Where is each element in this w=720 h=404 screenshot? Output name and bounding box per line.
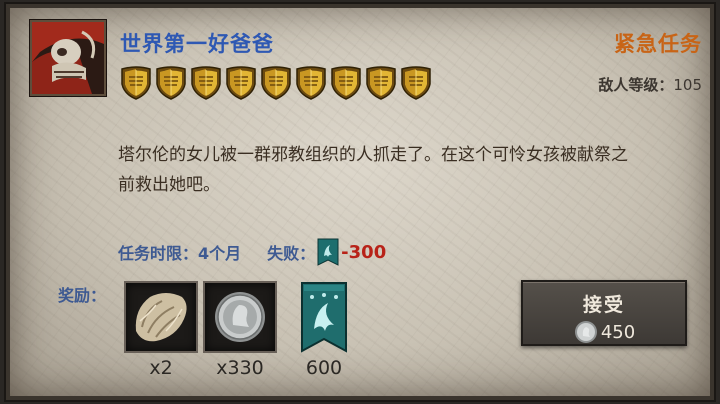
difficulty-shield-icon	[156, 66, 186, 100]
urgent-quest-label: 紧急任务	[614, 32, 702, 56]
accept-quest-button[interactable]: 接受 450	[521, 280, 687, 346]
time-limit-label: 任务时限：	[118, 244, 199, 263]
enemy-level-value: 105	[673, 76, 702, 94]
reward-slot-banner[interactable]	[300, 281, 348, 353]
fail-label: 失败：	[267, 244, 316, 263]
difficulty-shields	[120, 66, 432, 100]
difficulty-shield-icon	[261, 66, 291, 100]
difficulty-shield-icon	[331, 66, 361, 100]
quest-title: 世界第一好爸爸	[120, 32, 274, 56]
difficulty-shield-icon	[296, 66, 326, 100]
enemy-level: 敌人等级：105	[598, 74, 702, 95]
silver-coin-icon	[574, 321, 597, 343]
difficulty-shield-icon	[366, 66, 396, 100]
quest-description: 塔尔伦的女儿被一群邪教组织的人抓走了。在这个可怜女孩被献祭之前救出她吧。	[118, 145, 628, 195]
fail-value: -300	[341, 241, 387, 263]
reward-count: 600	[305, 357, 343, 379]
enemy-level-label: 敌人等级：	[598, 76, 674, 94]
reward-slot-fur[interactable]	[124, 281, 198, 353]
reward-slot-coin[interactable]	[203, 281, 277, 353]
difficulty-shield-icon	[226, 66, 256, 100]
difficulty-shield-icon	[401, 66, 431, 100]
time-limit-value: 4个月	[198, 244, 242, 263]
difficulty-shield-icon	[191, 66, 221, 100]
banner-icon	[301, 282, 347, 353]
accept-button-label: 接受	[582, 294, 625, 316]
quest-time-row: 任务时限： 4个月 失败： -300	[118, 238, 386, 266]
reward-count: x2	[149, 357, 173, 379]
reward-count: x330	[216, 357, 264, 379]
silver-coin-icon	[215, 292, 265, 342]
rewards-label: 奖励：	[58, 286, 107, 305]
banner-icon	[317, 238, 339, 266]
fur-pelt-icon	[135, 293, 187, 342]
quest-portrait-icon	[30, 20, 106, 96]
accept-cost-value: 450	[600, 321, 636, 343]
accept-cost: 450	[523, 319, 685, 345]
difficulty-shield-icon	[121, 66, 151, 100]
